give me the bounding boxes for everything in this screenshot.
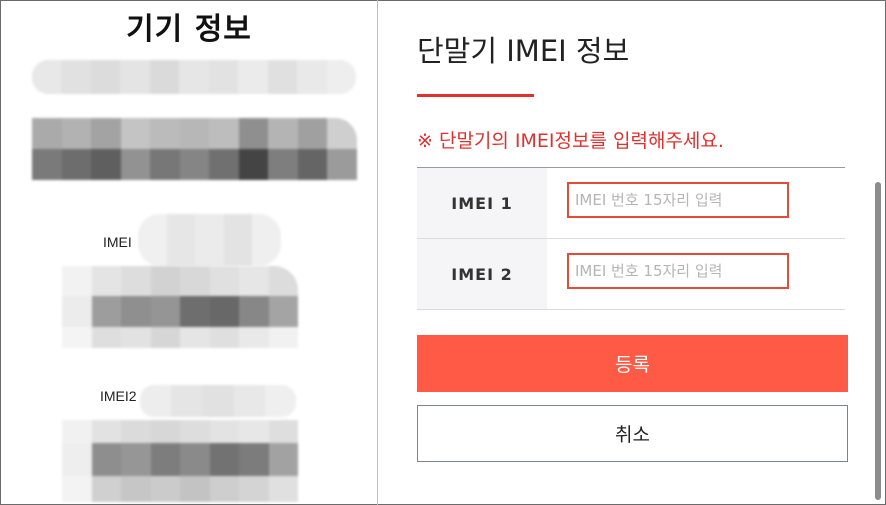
imei1-label: IMEI [103, 234, 132, 250]
imei2-input-cell [547, 239, 845, 309]
title-accent-bar [417, 94, 534, 97]
imei1-field-label: IMEI 1 [417, 168, 547, 238]
imei2-input[interactable] [567, 253, 789, 289]
imei2-field-label: IMEI 2 [417, 239, 547, 309]
imei-info-title: 단말기 IMEI 정보 [417, 34, 630, 68]
imei2-row: IMEI 2 [417, 239, 845, 310]
redacted-block-1 [32, 60, 356, 94]
register-button[interactable]: 등록 [417, 335, 848, 392]
panel-divider [377, 0, 378, 505]
scrollbar[interactable] [875, 182, 881, 500]
imei-notice-text: ※ 단말기의 IMEI정보를 입력해주세요. [417, 130, 724, 152]
redacted-block-4 [62, 266, 298, 348]
imei1-input-cell [547, 168, 845, 238]
imei1-input[interactable] [567, 182, 789, 218]
device-info-title: 기기 정보 [126, 12, 252, 47]
imei1-row: IMEI 1 [417, 168, 845, 239]
redacted-block-2 [32, 118, 357, 180]
cancel-button[interactable]: 취소 [417, 405, 848, 462]
imei-form-table: IMEI 1 IMEI 2 [417, 168, 845, 310]
redacted-block-6 [62, 420, 298, 502]
redacted-block-5 [140, 385, 296, 417]
redacted-block-3 [138, 214, 281, 266]
imei2-label: IMEI2 [100, 388, 137, 404]
